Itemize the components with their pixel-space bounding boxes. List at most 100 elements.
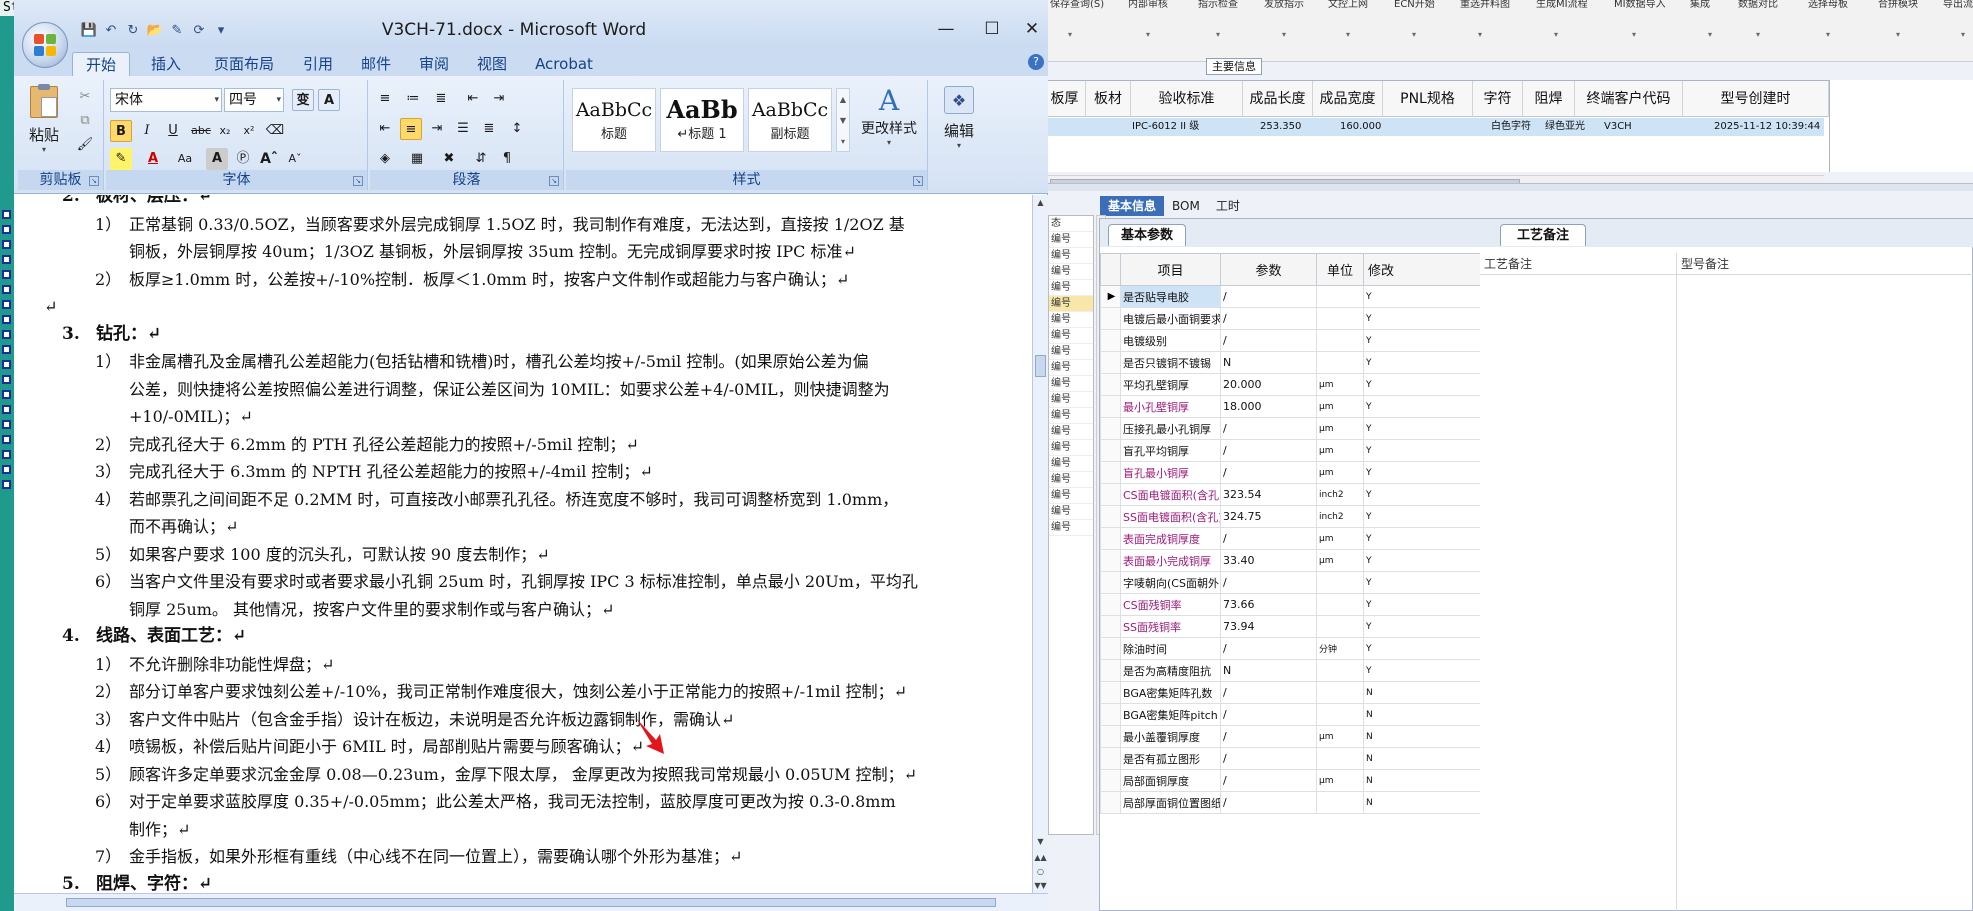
layer-checkbox[interactable] <box>2 450 11 459</box>
font-size-combo[interactable]: 四号 ▾ <box>224 88 284 112</box>
font-name-combo[interactable]: 宋体 ▾ <box>110 88 222 112</box>
redo-icon[interactable]: ↻ <box>124 22 142 40</box>
copy-icon[interactable]: ⧉ <box>74 110 96 132</box>
params-row[interactable]: CS面电镀面积(含孔) 323.54 inch2 Y <box>1100 483 1526 506</box>
align-left-icon[interactable]: ⇤ <box>374 118 396 140</box>
open-folder-icon[interactable]: 📂 <box>146 22 164 40</box>
left-list-item[interactable]: 编号 <box>1049 328 1093 344</box>
left-list-item[interactable]: 编号 <box>1049 472 1093 488</box>
params-row[interactable]: 盲孔平均铜厚 / μm Y <box>1100 439 1526 462</box>
grow-font-icon[interactable]: Aˆ <box>258 148 280 170</box>
layer-checkbox[interactable] <box>2 435 11 444</box>
next-page-icon[interactable]: ▼▼ <box>1034 879 1047 893</box>
params-row[interactable]: 是否有孤立图形 / N <box>1100 747 1526 770</box>
model-grid-row[interactable]: IPC-6012 II 级 253.350 160.000 白色字符 绿色亚光 … <box>1044 118 1824 136</box>
model-notes-column[interactable]: 型号备注 <box>1677 253 1973 275</box>
erp-toolbar-button[interactable]: 指示检查 ▾ <box>1198 0 1238 39</box>
help-icon[interactable]: ? <box>1028 54 1044 70</box>
param-value[interactable]: 323.54 <box>1220 483 1317 506</box>
grid-header-cell[interactable]: 型号创建时 <box>1683 81 1829 117</box>
erp-toolbar-button[interactable]: ECN开始 ▾ <box>1394 0 1435 39</box>
param-value[interactable]: / <box>1220 681 1317 704</box>
justify-icon[interactable]: ☰ <box>452 118 474 140</box>
params-row[interactable]: 电镀后最小面铜要求 / Y <box>1100 307 1526 330</box>
paragraph-launcher-icon[interactable]: ↘ <box>549 176 559 186</box>
erp-toolbar-button[interactable]: 选择母板 ▾ <box>1808 0 1848 39</box>
horizontal-scroll-thumb[interactable] <box>66 898 996 907</box>
param-value[interactable]: / <box>1220 461 1317 484</box>
erp-tab[interactable]: 基本信息 <box>1100 196 1165 216</box>
erp-toolbar-button[interactable]: 保存查询(S) ▾ <box>1050 0 1104 39</box>
erp-tab[interactable]: 工时 <box>1208 196 1248 216</box>
params-row[interactable]: 是否只镀铜不镀锡 N Y <box>1100 351 1526 374</box>
left-list-item[interactable]: 编号 <box>1049 488 1093 504</box>
params-row[interactable]: BGA密集矩阵pitch / N <box>1100 703 1526 726</box>
document-area[interactable]: 2. 板材、层压：↵ 1） 正常基铜 0.33/0.5OZ，当顾客要求外层完成铜厚 1… <box>14 195 1032 893</box>
bullets-icon[interactable]: ≡ <box>374 88 396 110</box>
grid-header-cell[interactable]: 验收标准 <box>1131 81 1243 117</box>
left-list-item[interactable]: 编号 <box>1049 440 1093 456</box>
prev-page-icon[interactable]: ▲▲ <box>1034 851 1047 865</box>
font-color-button[interactable]: A <box>142 148 164 170</box>
style-subtitle[interactable]: AaBbCc 副标题 <box>748 88 832 152</box>
erp-toolbar-button[interactable]: 重选并料图 ▾ <box>1460 0 1510 39</box>
param-value[interactable]: / <box>1220 307 1317 330</box>
erp-toolbar-button[interactable]: 集成 ▾ <box>1690 0 1712 39</box>
grid-header-cell[interactable]: PNL规格 <box>1383 81 1473 117</box>
left-list-item[interactable]: 编号 <box>1049 232 1093 248</box>
text-direction-icon[interactable]: ✖ <box>438 148 460 170</box>
numbering-icon[interactable]: ≔ <box>402 88 424 110</box>
customize-qat-icon[interactable]: ▾ <box>212 22 230 40</box>
clear-format-icon[interactable]: ⌫ <box>264 120 286 142</box>
grid-header-cell[interactable]: 阻焊 <box>1523 81 1575 117</box>
tab-references[interactable]: 引用 <box>296 52 340 76</box>
cut-icon[interactable]: ✂ <box>74 86 96 108</box>
document-body[interactable]: 2. 板材、层压：↵ 1） 正常基铜 0.33/0.5OZ，当顾客要求外层完成铜厚 1… <box>44 195 1009 893</box>
save-icon[interactable]: 💾 <box>80 22 98 40</box>
character-border-icon[interactable]: A <box>318 89 340 111</box>
params-row[interactable]: 表面完成铜厚度 / μm Y <box>1100 527 1526 550</box>
params-row[interactable]: 电镀级别 / Y <box>1100 329 1526 352</box>
params-row[interactable]: 压接孔最小孔铜厚 / μm Y <box>1100 417 1526 440</box>
macro-icon[interactable]: ⟳ <box>190 22 208 40</box>
param-value[interactable]: / <box>1220 747 1317 770</box>
layer-checkbox[interactable] <box>2 390 11 399</box>
grid-header-cell[interactable]: 成品长度 <box>1243 81 1313 117</box>
left-list-item[interactable]: 编号 <box>1049 280 1093 296</box>
header-item[interactable]: 项目 <box>1120 253 1221 286</box>
layer-checkbox[interactable] <box>2 405 11 414</box>
param-value[interactable]: N <box>1220 351 1317 374</box>
minimize-button[interactable]: — <box>926 16 966 42</box>
styles-scroll[interactable]: ▲ ▼ ▾ <box>836 88 850 152</box>
param-value[interactable]: / <box>1220 637 1317 660</box>
grid-header-cell[interactable]: 板厚 <box>1044 81 1086 117</box>
layer-checkbox[interactable] <box>2 345 11 354</box>
left-list-item[interactable]: 编号 <box>1049 312 1093 328</box>
basic-params-tab[interactable]: 基本参数 <box>1108 224 1187 246</box>
shading-icon[interactable]: ◈ <box>374 148 396 170</box>
left-list-item[interactable]: 态 <box>1049 216 1093 232</box>
layer-checkbox[interactable] <box>2 465 11 474</box>
layer-checkbox[interactable] <box>2 210 11 219</box>
strikethrough-button[interactable]: abc <box>190 120 212 142</box>
params-row[interactable]: BGA密集矩阵孔数 / N <box>1100 681 1526 704</box>
bold-button[interactable]: B <box>110 120 132 142</box>
horizontal-scrollbar[interactable] <box>14 893 1048 911</box>
left-list-item[interactable]: 编号 <box>1049 424 1093 440</box>
font-launcher-icon[interactable]: ↘ <box>353 176 363 186</box>
params-row[interactable]: SS面电镀面积(含孔) 324.75 inch2 Y <box>1100 505 1526 528</box>
params-row[interactable]: 平均孔壁铜厚 20.000 μm Y <box>1100 373 1526 396</box>
enclose-character-icon[interactable]: Ⓟ <box>232 148 254 170</box>
align-center-icon[interactable]: ≡ <box>400 118 422 140</box>
tab-review[interactable]: 审阅 <box>412 52 456 76</box>
styles-launcher-icon[interactable]: ↘ <box>913 176 923 186</box>
highlight-icon[interactable]: ✎ <box>110 148 132 170</box>
left-list-item[interactable]: 编号 <box>1049 376 1093 392</box>
clipboard-launcher-icon[interactable]: ↘ <box>89 176 99 186</box>
left-list-item[interactable]: 编号 <box>1049 248 1093 264</box>
tab-view[interactable]: 视图 <box>470 52 514 76</box>
erp-toolbar-button[interactable]: 合拼模块 ▾ <box>1878 0 1918 39</box>
left-list-item[interactable]: 编号 <box>1049 392 1093 408</box>
param-value[interactable]: 324.75 <box>1220 505 1317 528</box>
layer-checkbox[interactable] <box>2 255 11 264</box>
